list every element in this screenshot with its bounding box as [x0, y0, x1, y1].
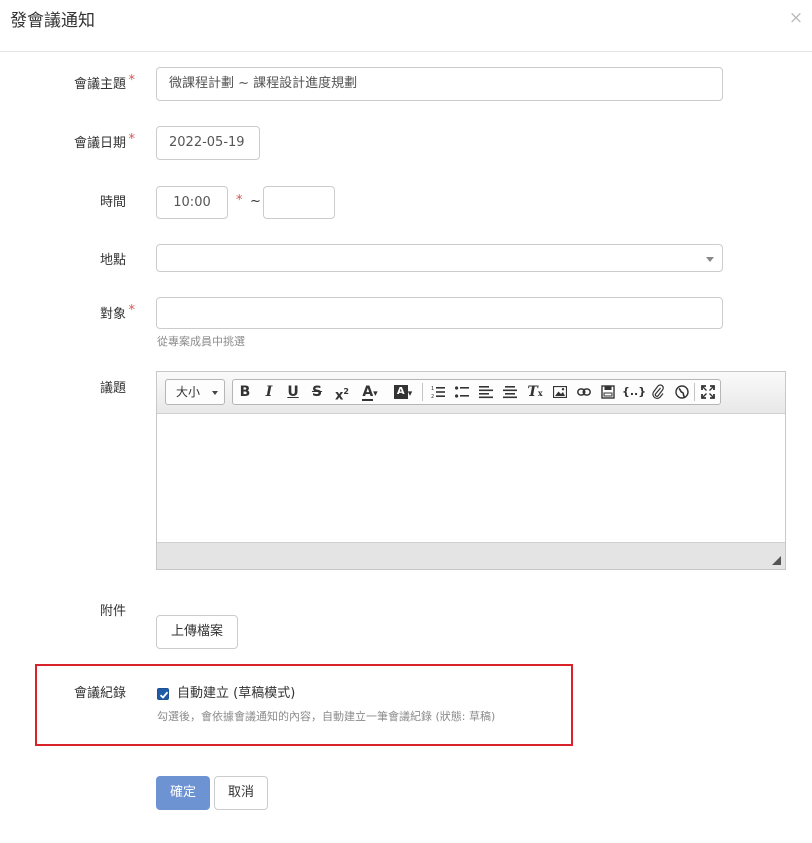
attendees-hint: 從專案成員中挑選 — [157, 335, 245, 348]
code-icon[interactable]: {..} — [622, 382, 646, 402]
highlight-color-icon[interactable]: A ▾ — [389, 382, 417, 402]
underline-icon[interactable]: U — [283, 382, 303, 402]
date-input[interactable]: 2022-05-19 — [156, 126, 260, 160]
modal-title: 發會議通知 — [10, 11, 95, 31]
font-color-icon[interactable]: A▾ — [357, 382, 383, 402]
clear-format-icon[interactable]: Tx — [524, 382, 546, 402]
end-time-input[interactable] — [263, 186, 335, 219]
agenda-editor: 大小 B I U S x2 A▾ A ▾ 12 Tx {..} — [156, 371, 786, 570]
align-center-icon[interactable] — [500, 382, 520, 402]
toolbar-divider — [694, 383, 695, 401]
start-time-input[interactable]: 10:00 — [156, 186, 228, 219]
web-icon[interactable] — [672, 382, 692, 402]
required-mark: * — [128, 303, 136, 318]
align-left-icon[interactable] — [476, 382, 496, 402]
attendees-label: 對象 * — [99, 303, 135, 322]
chevron-down-icon — [706, 257, 714, 262]
agenda-label: 議題 — [99, 381, 126, 396]
editor-toolbar: 大小 B I U S x2 A▾ A ▾ 12 Tx {..} — [157, 372, 785, 414]
svg-text:2: 2 — [431, 394, 434, 399]
fullscreen-icon[interactable] — [698, 382, 718, 402]
unordered-list-icon[interactable] — [452, 382, 472, 402]
minutes-hint: 勾選後，會依據會議通知的內容，自動建立一筆會議紀錄 (狀態: 草稿) — [157, 710, 496, 723]
font-size-dropdown[interactable]: 大小 — [165, 379, 225, 405]
font-size-label: 大小 — [175, 385, 200, 399]
cancel-button[interactable]: 取消 — [214, 776, 268, 810]
location-select[interactable] — [156, 244, 723, 272]
close-icon[interactable]: × — [787, 8, 805, 28]
highlight-box — [35, 664, 573, 746]
subject-label: 會議主題 * — [73, 73, 135, 92]
minutes-label: 會議紀錄 — [73, 686, 126, 701]
time-separator: ~ — [250, 194, 261, 209]
chevron-down-icon — [212, 391, 218, 395]
media-icon[interactable] — [598, 382, 618, 402]
date-label: 會議日期 * — [73, 132, 135, 151]
required-mark: * — [236, 193, 243, 208]
italic-icon[interactable]: I — [259, 382, 279, 402]
editor-statusbar — [157, 542, 785, 569]
image-icon[interactable] — [550, 382, 570, 402]
ordered-list-icon[interactable]: 12 — [428, 382, 448, 402]
toolbar-divider — [422, 383, 423, 401]
time-label: 時間 — [99, 195, 126, 210]
bold-icon[interactable]: B — [235, 382, 255, 402]
subject-input[interactable]: 微課程計劃 ~ 課程設計進度規劃 — [156, 67, 723, 101]
required-mark: * — [128, 73, 136, 88]
format-toolbar-group: B I U S x2 A▾ A ▾ 12 Tx {..} — [232, 379, 721, 405]
strikethrough-icon[interactable]: S — [307, 382, 327, 402]
link-icon[interactable] — [574, 382, 594, 402]
editor-content-area[interactable] — [157, 414, 785, 542]
attachment-label: 附件 — [99, 604, 126, 619]
location-label: 地點 — [99, 253, 126, 268]
confirm-button[interactable]: 確定 — [156, 776, 210, 810]
attachment-icon[interactable] — [648, 382, 668, 402]
modal-header — [0, 0, 812, 52]
resize-handle-icon[interactable] — [772, 556, 781, 565]
auto-create-label[interactable]: 自動建立 (草稿模式) — [177, 686, 295, 702]
superscript-icon[interactable]: x2 — [331, 382, 353, 403]
required-mark: * — [128, 132, 136, 147]
auto-create-checkbox[interactable] — [157, 688, 169, 700]
upload-file-button[interactable]: 上傳檔案 — [156, 615, 238, 649]
attendees-input[interactable] — [156, 297, 723, 329]
svg-text:1: 1 — [431, 386, 434, 392]
